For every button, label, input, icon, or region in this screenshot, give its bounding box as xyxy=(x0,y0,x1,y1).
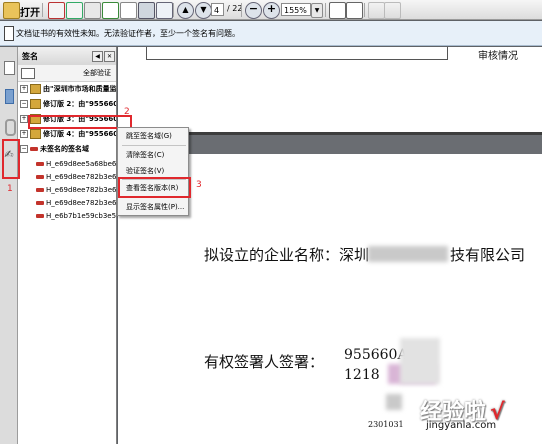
annotation-number-2: 2 xyxy=(124,107,130,117)
signature-panel-options-bar: 全部验证 xyxy=(18,65,116,82)
attachments-icon[interactable] xyxy=(5,119,16,136)
annotation-box-1 xyxy=(2,139,20,179)
signer-code-line2: 1218 xyxy=(344,367,380,383)
email-icon[interactable] xyxy=(156,2,173,19)
signature-field-icon xyxy=(36,162,44,166)
redacted-mark xyxy=(386,394,402,410)
menu-item-clear-signature[interactable]: 清除签名(C) xyxy=(118,148,190,162)
expand-icon[interactable]: + xyxy=(20,130,28,138)
menu-item-validate-signature[interactable]: 验证签名(V) xyxy=(118,164,190,178)
page-number-input[interactable]: 4 xyxy=(211,3,224,16)
toolbar-separator xyxy=(241,3,242,17)
signature-warning-text: 文档证书的有效性未知。无法验证作者，至少一个签名有问题。 xyxy=(16,29,240,38)
zoom-in-icon[interactable]: + xyxy=(263,2,280,19)
table-header-fragment: 审核情况 xyxy=(478,51,518,62)
zoom-dropdown-arrow-icon[interactable]: ▼ xyxy=(311,3,323,18)
zoom-out-icon[interactable]: − xyxy=(245,2,262,19)
annotation-box-3 xyxy=(118,177,191,198)
table-fragment xyxy=(146,47,448,60)
tree-item-field[interactable]: H_e69d8ee782b3e69e xyxy=(36,198,117,209)
signature-field-icon xyxy=(36,175,44,179)
signature-icon xyxy=(30,129,41,139)
qr-stamp-image xyxy=(400,338,440,384)
signature-icon xyxy=(30,99,41,109)
upload-icon[interactable] xyxy=(102,2,119,19)
tree-item-label: H_e6b7b1e59cb3e5b882 xyxy=(46,212,117,220)
signature-field-icon xyxy=(36,201,44,205)
verify-all-button[interactable]: 全部验证 xyxy=(83,68,111,78)
tree-item-signature[interactable]: + 由"深圳市市场和质量监督 xyxy=(20,84,117,95)
panel-close-icon[interactable]: ✕ xyxy=(104,51,115,62)
expand-icon[interactable]: + xyxy=(20,85,28,93)
previous-page-icon[interactable]: ▲ xyxy=(177,2,194,19)
tree-item-field[interactable]: H_e69d8ee782b3e69e xyxy=(36,185,117,196)
export-icon[interactable] xyxy=(84,2,101,19)
signature-panel-header: 签名 ◀ ✕ xyxy=(18,47,116,66)
document-page-previous[interactable]: 审核情况 xyxy=(118,47,542,135)
signature-warning-bar: 文档证书的有效性未知。无法验证作者，至少一个签名有问题。 xyxy=(0,21,542,46)
open-button-label[interactable]: 打开 xyxy=(20,4,40,19)
tree-item-label: H_e69d8ee782b3e69e xyxy=(46,199,117,207)
expand-icon[interactable]: + xyxy=(20,115,28,123)
sign-icon[interactable] xyxy=(368,2,385,19)
tree-item-label: H_e69d8ee782b3e69e xyxy=(46,173,117,181)
toolbar-separator xyxy=(42,3,43,17)
tree-item-label: 未签名的签名域 xyxy=(40,145,89,153)
signature-pen-icon xyxy=(4,26,14,41)
annotation-number-3: 3 xyxy=(196,180,202,190)
tree-item-field[interactable]: H_e6b7b1e59cb3e5b882 xyxy=(36,211,117,222)
fit-page-icon[interactable] xyxy=(329,2,346,19)
collapse-icon[interactable]: − xyxy=(20,100,28,108)
toolbar-separator xyxy=(364,3,365,17)
tree-item-label: H_e69d8ee5a68be69d xyxy=(46,160,117,168)
open-folder-icon[interactable] xyxy=(3,2,20,19)
collapse-panel-icon[interactable]: ◀ xyxy=(92,51,103,62)
context-menu: 跳至签名域(G) 清除签名(C) 验证签名(V) 查看签名版本(R) 显示签名属… xyxy=(117,127,189,216)
watermark-url: jingyanla.com xyxy=(426,420,497,431)
signature-field-icon xyxy=(36,188,44,192)
pages-icon[interactable] xyxy=(4,61,15,75)
menu-item-signature-properties[interactable]: 显示签名属性(P)... xyxy=(118,200,190,214)
signature-field-icon xyxy=(36,214,44,218)
menu-item-goto-field[interactable]: 跳至签名域(G) xyxy=(118,129,190,143)
tree-item-revision-2[interactable]: − 修订版 2：由"955660A0 xyxy=(20,99,116,110)
annotation-number-1: 1 xyxy=(7,184,13,194)
company-name-suffix: 技有限公司 xyxy=(450,246,526,264)
tree-item-label: H_e69d8ee782b3e69e xyxy=(46,186,117,194)
tree-item-revision-4[interactable]: + 修订版 4：由"955660A0 xyxy=(20,129,116,140)
options-menu-icon[interactable] xyxy=(21,68,35,79)
edit-document-icon[interactable] xyxy=(120,2,137,19)
print-icon[interactable] xyxy=(138,2,155,19)
certificate-code: 2301031 xyxy=(368,420,404,429)
create-pdf-icon[interactable] xyxy=(48,2,65,19)
collapse-icon[interactable]: − xyxy=(20,145,28,153)
signature-icon xyxy=(30,84,41,94)
combine-icon[interactable] xyxy=(66,2,83,19)
next-page-icon[interactable]: ▼ xyxy=(195,2,212,19)
tree-item-label: 修订版 2：由"955660A0 xyxy=(43,100,116,108)
signature-panel: 签名 ◀ ✕ 全部验证 + 由"深圳市市场和质量监督 − 修订版 2：由"95566… xyxy=(18,47,117,444)
menu-separator xyxy=(122,145,186,146)
toolbar-separator xyxy=(325,3,326,17)
tree-item-label: 修订版 4：由"955660A0 xyxy=(43,130,116,138)
fit-width-icon[interactable] xyxy=(346,2,363,19)
comment-icon[interactable] xyxy=(384,2,401,19)
toolbar-separator xyxy=(173,3,174,17)
signature-panel-title: 签名 xyxy=(22,52,38,61)
tree-item-unsigned-fields[interactable]: − 未签名的签名域 xyxy=(20,144,89,155)
signer-label: 有权签署人签署： xyxy=(204,353,325,371)
redacted-text xyxy=(368,246,448,262)
tree-item-label: 由"深圳市市场和质量监督 xyxy=(43,85,117,93)
company-name-label: 拟设立的企业名称：深圳 xyxy=(204,246,370,264)
bookmarks-icon[interactable] xyxy=(5,89,14,104)
tree-item-field[interactable]: H_e69d8ee5a68be69d xyxy=(36,159,117,170)
main-toolbar: 打开 ▲ ▼ 4 / 22 − + 155% ▼ xyxy=(0,0,542,20)
zoom-level-select[interactable]: 155% xyxy=(281,3,311,16)
navigation-strip: ✍ xyxy=(0,47,18,444)
tree-item-field[interactable]: H_e69d8ee782b3e69e xyxy=(36,172,117,183)
signature-field-icon xyxy=(30,147,38,151)
